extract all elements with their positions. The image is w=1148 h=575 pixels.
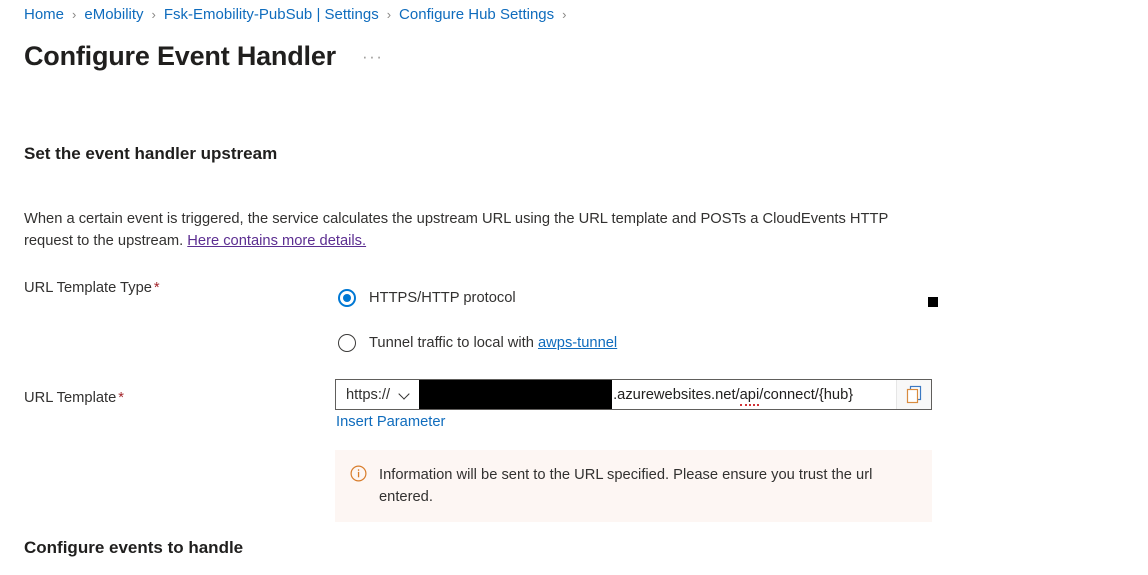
url-template-suffix: .azurewebsites.net/api/connect/{hub} [613, 386, 854, 406]
required-asterisk: * [118, 390, 124, 406]
upstream-description-text: When a certain event is triggered, the s… [24, 211, 888, 249]
redaction-square [928, 297, 938, 307]
url-template-input[interactable]: .azurewebsites.net/api/connect/{hub} [419, 380, 896, 409]
copy-icon [906, 385, 922, 404]
breadcrumb-separator-icon: › [562, 7, 567, 22]
copy-button[interactable] [896, 380, 931, 409]
awps-tunnel-link[interactable]: awps-tunnel [538, 335, 617, 351]
upstream-description: When a certain event is triggered, the s… [24, 208, 929, 252]
breadcrumb-separator-icon: › [151, 7, 156, 22]
redacted-host [419, 380, 613, 409]
breadcrumb: Home › eMobility › Fsk-Emobility-PubSub … [24, 6, 574, 23]
radio-unselected-icon[interactable] [338, 334, 356, 352]
radio-label-https-http: HTTPS/HTTP protocol [369, 290, 516, 306]
chevron-down-icon [400, 389, 411, 400]
breadcrumb-item-home[interactable]: Home [24, 6, 64, 23]
page-title-row: Configure Event Handler ··· [24, 38, 387, 74]
radio-label-tunnel: Tunnel traffic to local with awps-tunnel [369, 335, 617, 351]
breadcrumb-separator-icon: › [72, 7, 77, 22]
url-suffix-part2: /connect/{hub} [759, 386, 854, 403]
url-suffix-misspelled: api [739, 386, 760, 406]
more-options-icon[interactable]: ··· [358, 46, 387, 67]
breadcrumb-item-emobility[interactable]: eMobility [84, 6, 143, 23]
info-banner: Information will be sent to the URL spec… [335, 450, 932, 522]
url-template-type-label: URL Template Type * [24, 280, 160, 296]
url-template-field[interactable]: https:// .azurewebsites.net/api/connect/… [335, 379, 932, 410]
radio-option-https-http[interactable]: HTTPS/HTTP protocol [338, 284, 617, 312]
insert-parameter-link[interactable]: Insert Parameter [336, 414, 445, 430]
info-circle-icon [350, 465, 367, 482]
info-banner-text: Information will be sent to the URL spec… [379, 467, 873, 505]
scheme-dropdown-value: https:// [346, 386, 391, 403]
section-heading-upstream: Set the event handler upstream [24, 144, 278, 163]
url-suffix-part1: .azurewebsites.net/ [613, 386, 740, 403]
breadcrumb-separator-icon: › [386, 7, 392, 22]
breadcrumb-item-configure-hub-settings[interactable]: Configure Hub Settings [399, 6, 554, 23]
radio-label-tunnel-text: Tunnel traffic to local with [369, 335, 538, 351]
page-title: Configure Event Handler [24, 41, 336, 71]
url-template-type-label-text: URL Template Type [24, 280, 152, 296]
url-template-type-radio-group: HTTPS/HTTP protocol Tunnel traffic to lo… [338, 284, 617, 374]
url-template-label: URL Template * [24, 390, 124, 406]
radio-option-tunnel[interactable]: Tunnel traffic to local with awps-tunnel [338, 329, 617, 357]
more-details-link[interactable]: Here contains more details. [187, 233, 366, 249]
scheme-dropdown[interactable]: https:// [336, 380, 419, 409]
required-asterisk: * [153, 280, 160, 296]
section-heading-events: Configure events to handle [24, 538, 244, 557]
breadcrumb-item-pubsub-settings[interactable]: Fsk-Emobility-PubSub | Settings [164, 6, 379, 23]
radio-selected-icon[interactable] [338, 289, 356, 307]
url-template-label-text: URL Template [24, 390, 117, 406]
